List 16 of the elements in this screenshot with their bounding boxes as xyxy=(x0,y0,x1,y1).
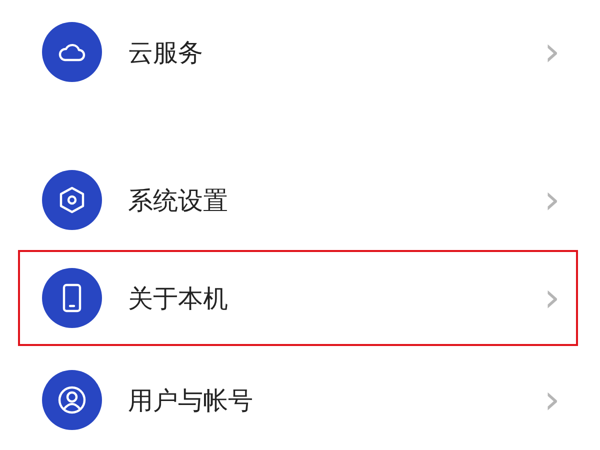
settings-item[interactable]: 用户与帐号 › xyxy=(18,350,578,450)
chevron-icon: › xyxy=(544,32,560,72)
cloud-icon xyxy=(57,41,87,63)
item-label: 关于本机 xyxy=(128,282,229,314)
settings-item[interactable]: 系统设置 › xyxy=(18,150,578,250)
phone-icon xyxy=(62,283,82,313)
settings-item[interactable]: 云服务 › xyxy=(18,2,578,102)
highlighted-settings-item[interactable]: 关于本机 › xyxy=(18,250,578,346)
item-label: 系统设置 xyxy=(128,184,229,216)
chevron-icon: › xyxy=(544,380,560,420)
chevron-icon: › xyxy=(544,278,560,318)
user-icon xyxy=(57,385,87,415)
chevron-icon: › xyxy=(544,180,560,220)
hexagon-icon xyxy=(59,186,85,214)
item-label: 云服务 xyxy=(128,36,204,68)
item-label: 用户与帐号 xyxy=(128,384,254,416)
